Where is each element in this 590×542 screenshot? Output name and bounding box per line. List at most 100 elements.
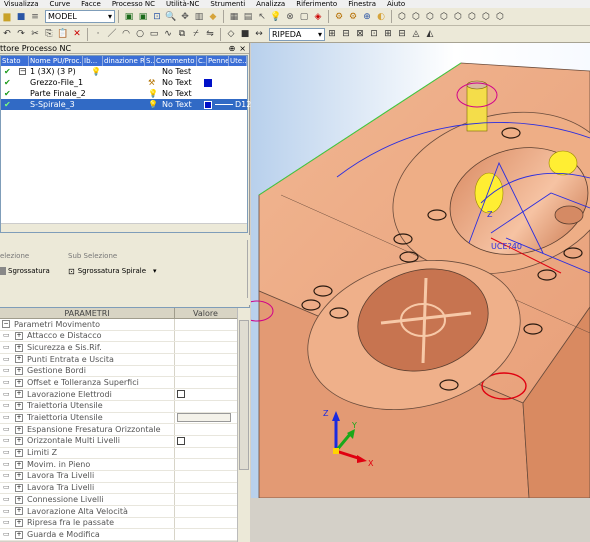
params-col-value[interactable]: Valore — [175, 308, 236, 318]
param-field[interactable] — [177, 413, 231, 423]
sub-selezione-dropdown[interactable]: ⊡ Sgrossatura Spirale ▾ — [68, 265, 178, 277]
wire-icon[interactable]: ▤ — [242, 11, 254, 23]
grid-icon[interactable]: ▦ — [228, 11, 240, 23]
param-row[interactable]: ▭ + Movim. in Pieno — [0, 459, 250, 471]
view-box-icon[interactable]: ▣ — [123, 11, 135, 23]
col-c[interactable]: C... — [197, 56, 207, 66]
expand-icon[interactable]: + — [15, 343, 23, 352]
expand-icon[interactable]: + — [15, 355, 23, 364]
cube-view-5-icon[interactable]: ⬡ — [452, 11, 464, 23]
pin-icon[interactable]: ⊕ — [229, 44, 236, 53]
expand-icon[interactable]: + — [15, 460, 23, 469]
tool-5-icon[interactable]: ⊞ — [382, 28, 394, 40]
copy-icon[interactable]: ⎘ — [43, 28, 55, 40]
close-icon[interactable]: × — [239, 44, 246, 53]
param-value-cell[interactable] — [175, 389, 236, 400]
cube-view-8-icon[interactable]: ⬡ — [494, 11, 506, 23]
col-ute[interactable]: Ute... — [229, 56, 247, 66]
solid-icon[interactable]: ■ — [239, 28, 251, 40]
tool-1-icon[interactable]: ⊞ — [326, 28, 338, 40]
tool-6-icon[interactable]: ⊟ — [396, 28, 408, 40]
save-icon[interactable]: ■ — [15, 11, 27, 23]
expand-icon[interactable]: + — [15, 378, 23, 387]
expand-icon[interactable]: + — [15, 507, 23, 516]
bulb-icon[interactable]: 💡 — [270, 11, 282, 23]
spline-icon[interactable]: ∿ — [162, 28, 174, 40]
measure-icon[interactable]: ↔ — [253, 28, 265, 40]
expand-icon[interactable]: + — [15, 402, 23, 411]
param-row[interactable]: ▭ + Gestione Bordi — [0, 365, 250, 378]
select-icon[interactable]: ↖ — [256, 11, 268, 23]
circle-icon[interactable]: ○ — [134, 28, 146, 40]
expand-icon[interactable]: + — [15, 332, 23, 341]
col-commento[interactable]: Commento — [155, 56, 197, 66]
tool-3-icon[interactable]: ⊠ — [354, 28, 366, 40]
param-row[interactable]: ▭ + Lavorazione Alta Velocità — [0, 506, 250, 518]
param-row[interactable]: ▭ + Attacco e Distacco — [0, 330, 250, 343]
redo-icon[interactable]: ↷ — [15, 28, 27, 40]
rect-icon[interactable]: ▭ — [148, 28, 160, 40]
param-row[interactable]: ▭ + Orizzontale Multi Livelli — [0, 435, 250, 448]
param-checkbox[interactable] — [177, 437, 185, 446]
cube-view-4-icon[interactable]: ⬡ — [438, 11, 450, 23]
param-row[interactable]: − Parametri Movimento — [0, 319, 250, 331]
vertical-scrollbar[interactable] — [237, 308, 250, 542]
param-row[interactable]: ▭ + Lavora Tra Livelli — [0, 470, 250, 483]
filter-combo[interactable]: RIPEDA ▾ — [269, 27, 325, 41]
expand-icon[interactable]: + — [15, 472, 23, 481]
trim-icon[interactable]: ⌿ — [190, 28, 202, 40]
tree-row[interactable]: ✔ Parte Finale_2 💡 No Text — [1, 88, 247, 99]
param-row[interactable]: ▭ + Lavora Tra Livelli — [0, 482, 250, 495]
nc-icon-3[interactable]: ⊕ — [361, 11, 373, 23]
view-select-icon[interactable]: ▥ — [193, 11, 205, 23]
menu-analizza[interactable]: Analizza — [252, 0, 292, 8]
undo-icon[interactable]: ↶ — [1, 28, 13, 40]
zoom-icon[interactable]: 🔍 — [165, 11, 177, 23]
param-row[interactable]: ▭ + Guarda e Modifica — [0, 529, 250, 542]
expand-icon[interactable]: + — [15, 519, 23, 528]
surface-icon[interactable]: ◇ — [225, 28, 237, 40]
col-stato[interactable]: Stato — [1, 56, 29, 66]
cube-view-7-icon[interactable]: ⬡ — [480, 11, 492, 23]
scroll-thumb[interactable] — [239, 320, 249, 470]
param-row[interactable]: ▭ + Sicurezza e Sis.Rif. — [0, 342, 250, 355]
view-fit-icon[interactable]: ▣ — [137, 11, 149, 23]
col-nome[interactable]: Nome PU/Proc. — [29, 56, 83, 66]
col-ordinazione[interactable]: dinazione Rif... — [103, 56, 145, 66]
params-col-name[interactable]: PARAMETRI — [0, 308, 175, 318]
expand-icon[interactable]: + — [15, 413, 23, 422]
tool-7-icon[interactable]: ◬ — [410, 28, 422, 40]
menu-finestra[interactable]: Finestra — [344, 0, 383, 8]
paste-icon[interactable]: 📋 — [57, 28, 69, 40]
param-value-cell[interactable] — [175, 413, 236, 424]
nc-icon-2[interactable]: ⚙ — [347, 11, 359, 23]
expand-icon[interactable]: − — [2, 320, 10, 329]
param-row[interactable]: ▭ + Punti Entrata e Uscita — [0, 354, 250, 366]
open-folder-icon[interactable]: ▆ — [1, 11, 13, 23]
tree-row-selected[interactable]: ✔ S-Spirale_3 💡 No Text D12 — [1, 99, 251, 110]
cut-icon[interactable]: ✂ — [29, 28, 41, 40]
arc-icon[interactable]: ◠ — [120, 28, 132, 40]
param-value-cell[interactable] — [175, 436, 236, 447]
cube-view-3-icon[interactable]: ⬡ — [424, 11, 436, 23]
mask-icon[interactable]: ⊗ — [284, 11, 296, 23]
model-canvas[interactable]: UCE?40 Z Z Y X — [251, 43, 590, 498]
horizontal-scrollbar[interactable] — [1, 223, 247, 232]
filter-icon[interactable]: ◈ — [312, 11, 324, 23]
menu-strumenti[interactable]: Strumenti — [206, 0, 252, 8]
expand-icon[interactable]: + — [15, 437, 23, 446]
col-s[interactable]: S... — [145, 56, 155, 66]
nc-icon-4[interactable]: ◐ — [375, 11, 387, 23]
param-checkbox[interactable] — [177, 390, 185, 399]
param-row[interactable]: ▭ + Connessione Livelli — [0, 494, 250, 506]
mirror-icon[interactable]: ⇋ — [204, 28, 216, 40]
tool-2-icon[interactable]: ⊟ — [340, 28, 352, 40]
pan-icon[interactable]: ✥ — [179, 11, 191, 23]
param-row[interactable]: ▭ + Lavorazione Elettrodi — [0, 389, 250, 401]
col-penne[interactable]: Penne — [207, 56, 229, 66]
param-row[interactable]: ▭ + Traiettoria Utensile — [0, 400, 250, 413]
offset-icon[interactable]: ⧉ — [176, 28, 188, 40]
menu-visualizza[interactable]: Visualizza — [0, 0, 45, 8]
cube-view-6-icon[interactable]: ⬡ — [466, 11, 478, 23]
tree-row[interactable]: ✔ − 1 (3X) (3 P) 💡 No Test — [1, 66, 247, 77]
